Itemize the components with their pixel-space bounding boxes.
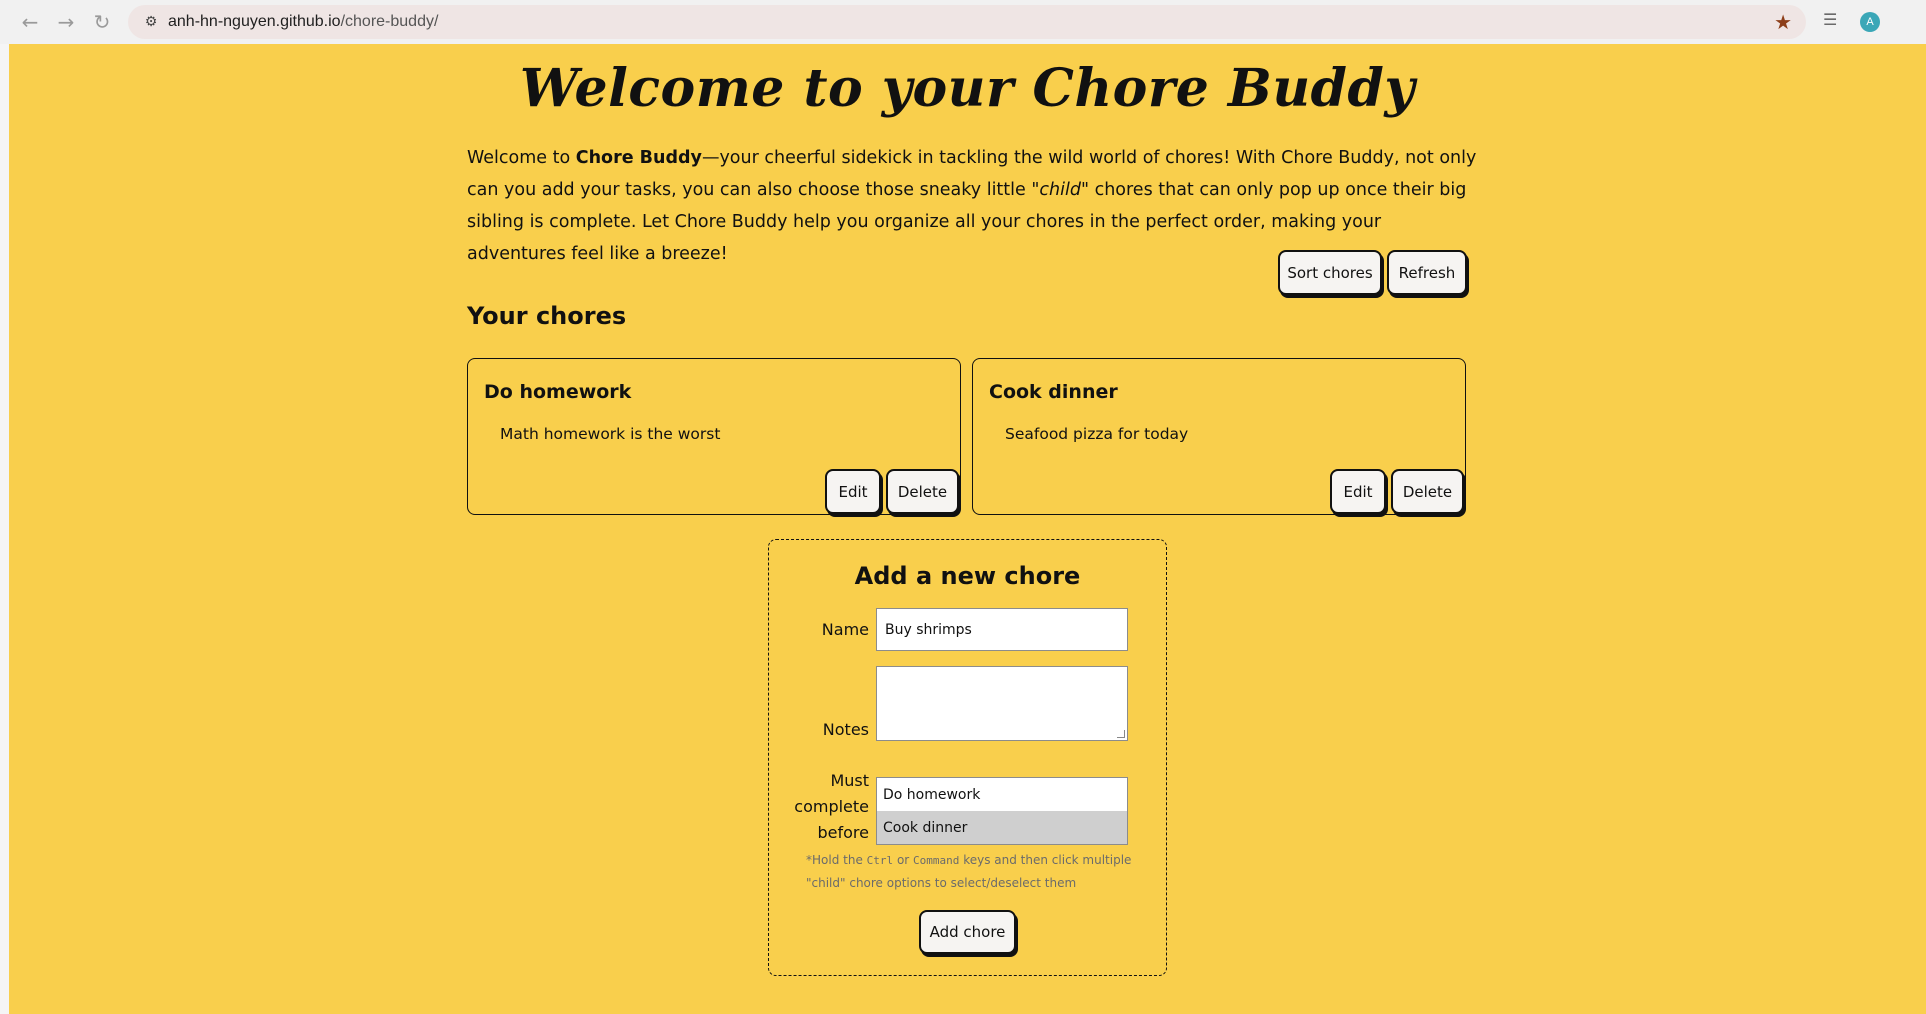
edit-button[interactable]: Edit: [1330, 469, 1386, 514]
child-chores-select[interactable]: Do homework Cook dinner: [876, 777, 1128, 845]
chore-title: Cook dinner: [989, 381, 1118, 403]
back-icon[interactable]: ←: [12, 4, 48, 40]
reload-icon[interactable]: ↻: [84, 4, 120, 40]
resize-handle-icon[interactable]: [1117, 730, 1125, 738]
select-option[interactable]: Do homework: [877, 778, 1127, 811]
chore-title: Do homework: [484, 381, 632, 403]
hint-text: or: [893, 853, 914, 867]
sort-chores-button[interactable]: Sort chores: [1278, 250, 1382, 295]
add-chore-form: Add a new chore Name Notes Must complete…: [768, 539, 1167, 976]
hint-text: *Hold the: [806, 853, 867, 867]
url-path: /chore-buddy/: [340, 13, 439, 30]
hint-key-command: Command: [913, 854, 960, 867]
name-input[interactable]: [876, 608, 1128, 651]
notes-textarea[interactable]: [876, 666, 1128, 741]
intro-text-start: Welcome to: [467, 148, 576, 168]
profile-avatar[interactable]: A: [1860, 12, 1880, 32]
delete-button[interactable]: Delete: [886, 469, 959, 514]
chores-heading: Your chores: [467, 302, 627, 330]
page-content: Welcome to your Chore Buddy Welcome to C…: [9, 44, 1926, 1014]
hint-key-ctrl: Ctrl: [866, 854, 894, 867]
chore-card: Do homework Math homework is the worst E…: [467, 358, 961, 515]
reading-list-icon[interactable]: ☰: [1823, 10, 1837, 29]
page-title: Welcome to your Chore Buddy: [519, 58, 1416, 119]
intro-child-term: "child": [1031, 180, 1090, 200]
bookmark-star-icon[interactable]: ★: [1774, 10, 1792, 34]
chore-notes: Seafood pizza for today: [1005, 425, 1189, 443]
form-title: Add a new chore: [854, 562, 1081, 590]
url-host: anh-hn-nguyen.github.io: [168, 13, 341, 30]
multi-select-hint: *Hold the Ctrl or Command keys and then …: [806, 849, 1146, 894]
site-info-icon[interactable]: ⚙: [134, 5, 168, 39]
add-chore-button[interactable]: Add chore: [919, 910, 1016, 954]
address-bar[interactable]: ⚙ anh-hn-nguyen.github.io/chore-buddy/ ★: [128, 5, 1806, 39]
name-label: Name: [821, 620, 869, 639]
browser-toolbar: ← → ↻ ⚙ anh-hn-nguyen.github.io/chore-bu…: [0, 0, 1926, 44]
logo-icon: [934, 44, 1008, 56]
window-edge: [0, 44, 9, 1014]
delete-button[interactable]: Delete: [1391, 469, 1464, 514]
must-complete-label: Must complete before: [789, 768, 869, 846]
edit-button[interactable]: Edit: [825, 469, 881, 514]
url-text: anh-hn-nguyen.github.io/chore-buddy/: [168, 13, 438, 31]
must-complete-label-line: complete: [794, 797, 869, 816]
must-complete-label-line: before: [817, 823, 870, 842]
must-complete-label-line: Must: [830, 771, 869, 790]
forward-icon[interactable]: →: [48, 4, 84, 40]
intro-brand: Chore Buddy: [575, 148, 702, 168]
notes-label: Notes: [822, 720, 869, 739]
chore-card: Cook dinner Seafood pizza for today Edit…: [972, 358, 1466, 515]
select-option-selected[interactable]: Cook dinner: [877, 811, 1127, 844]
chore-notes: Math homework is the worst: [500, 425, 721, 443]
refresh-button[interactable]: Refresh: [1387, 250, 1467, 295]
